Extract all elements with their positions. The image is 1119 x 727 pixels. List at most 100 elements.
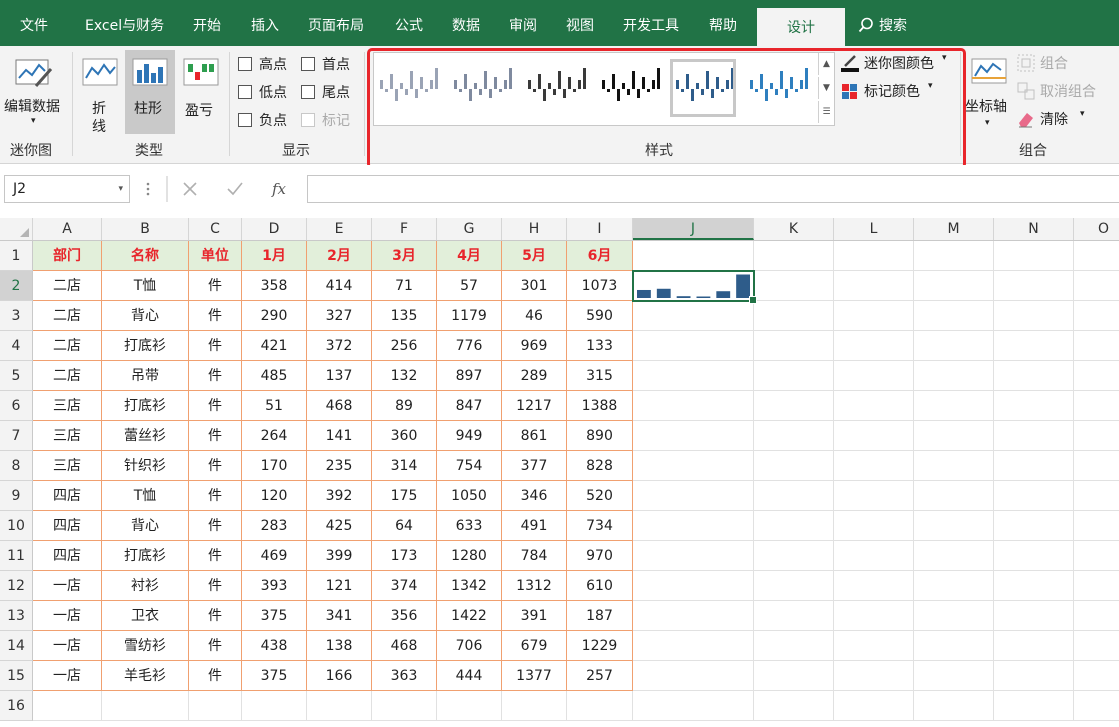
cell-j12[interactable]	[633, 571, 754, 601]
cell-j11[interactable]	[633, 541, 754, 571]
column-header-k[interactable]: K	[754, 218, 834, 240]
cell-o5[interactable]	[1074, 361, 1119, 391]
cell-o4[interactable]	[1074, 331, 1119, 361]
cell-n13[interactable]	[994, 601, 1074, 631]
cell-k1[interactable]	[754, 241, 834, 271]
cell-f1[interactable]: 3月	[372, 241, 437, 271]
cell-o12[interactable]	[1074, 571, 1119, 601]
cell-e9[interactable]: 392	[307, 481, 372, 511]
cell-j6[interactable]	[633, 391, 754, 421]
winloss-type-button[interactable]: 盈亏	[178, 52, 224, 132]
cell-o11[interactable]	[1074, 541, 1119, 571]
cell-g2[interactable]: 57	[437, 271, 502, 301]
cell-d15[interactable]: 375	[242, 661, 307, 691]
style-swatch-4[interactable]	[602, 68, 660, 101]
cell-i4[interactable]: 133	[567, 331, 633, 361]
cell-n11[interactable]	[994, 541, 1074, 571]
column-header-e[interactable]: E	[307, 218, 372, 240]
cell-f15[interactable]: 363	[372, 661, 437, 691]
cell-k8[interactable]	[754, 451, 834, 481]
row-header-5[interactable]: 5	[0, 361, 33, 391]
cell-i16[interactable]	[567, 691, 633, 721]
cell-c3[interactable]: 件	[189, 301, 242, 331]
menu-help[interactable]: 帮助	[709, 0, 737, 46]
cell-m14[interactable]	[914, 631, 994, 661]
cell-n1[interactable]	[994, 241, 1074, 271]
cell-j13[interactable]	[633, 601, 754, 631]
cell-n9[interactable]	[994, 481, 1074, 511]
cell-m11[interactable]	[914, 541, 994, 571]
cell-e5[interactable]: 137	[307, 361, 372, 391]
cell-g14[interactable]: 706	[437, 631, 502, 661]
cell-c14[interactable]: 件	[189, 631, 242, 661]
cell-l14[interactable]	[834, 631, 914, 661]
cell-c11[interactable]: 件	[189, 541, 242, 571]
cell-c12[interactable]: 件	[189, 571, 242, 601]
cell-g9[interactable]: 1050	[437, 481, 502, 511]
cell-k10[interactable]	[754, 511, 834, 541]
cell-e3[interactable]: 327	[307, 301, 372, 331]
cell-h12[interactable]: 1312	[502, 571, 567, 601]
marker-color-button[interactable]: 标记颜色 ▾	[840, 80, 940, 102]
high-point-checkbox[interactable]	[238, 57, 252, 71]
cell-i7[interactable]: 890	[567, 421, 633, 451]
cell-o15[interactable]	[1074, 661, 1119, 691]
cell-o6[interactable]	[1074, 391, 1119, 421]
cell-h4[interactable]: 969	[502, 331, 567, 361]
cell-a2[interactable]: 二店	[33, 271, 102, 301]
row-header-14[interactable]: 14	[0, 631, 33, 661]
cell-a3[interactable]: 二店	[33, 301, 102, 331]
cell-d5[interactable]: 485	[242, 361, 307, 391]
cell-c4[interactable]: 件	[189, 331, 242, 361]
cell-e8[interactable]: 235	[307, 451, 372, 481]
cell-j16[interactable]	[633, 691, 754, 721]
select-all-corner[interactable]	[0, 218, 33, 240]
insert-function-icon[interactable]: fx	[271, 180, 287, 198]
cell-m6[interactable]	[914, 391, 994, 421]
line-type-button[interactable]: 折 线	[78, 52, 122, 135]
cell-b12[interactable]: 衬衫	[102, 571, 189, 601]
cell-d12[interactable]: 393	[242, 571, 307, 601]
cell-d16[interactable]	[242, 691, 307, 721]
gallery-more[interactable]: ☰	[818, 101, 834, 123]
column-header-g[interactable]: G	[437, 218, 502, 240]
search-button[interactable]: 搜索	[858, 0, 907, 46]
cell-l4[interactable]	[834, 331, 914, 361]
cell-k13[interactable]	[754, 601, 834, 631]
cell-n7[interactable]	[994, 421, 1074, 451]
cell-e11[interactable]: 399	[307, 541, 372, 571]
cell-a14[interactable]: 一店	[33, 631, 102, 661]
cell-c5[interactable]: 件	[189, 361, 242, 391]
menu-home[interactable]: 开始	[193, 0, 221, 46]
row-header-15[interactable]: 15	[0, 661, 33, 691]
cell-g12[interactable]: 1342	[437, 571, 502, 601]
cell-e16[interactable]	[307, 691, 372, 721]
menu-formulas[interactable]: 公式	[395, 0, 423, 46]
cell-k15[interactable]	[754, 661, 834, 691]
cell-g15[interactable]: 444	[437, 661, 502, 691]
cell-i3[interactable]: 590	[567, 301, 633, 331]
cell-c16[interactable]	[189, 691, 242, 721]
column-header-f[interactable]: F	[372, 218, 437, 240]
cell-e14[interactable]: 138	[307, 631, 372, 661]
column-type-button[interactable]: 柱形	[125, 50, 175, 134]
row-header-7[interactable]: 7	[0, 421, 33, 451]
cancel-icon[interactable]	[183, 182, 197, 196]
cell-c10[interactable]: 件	[189, 511, 242, 541]
cell-h7[interactable]: 861	[502, 421, 567, 451]
cell-c9[interactable]: 件	[189, 481, 242, 511]
cell-n4[interactable]	[994, 331, 1074, 361]
cell-a9[interactable]: 四店	[33, 481, 102, 511]
cell-e10[interactable]: 425	[307, 511, 372, 541]
row-header-12[interactable]: 12	[0, 571, 33, 601]
cell-o13[interactable]	[1074, 601, 1119, 631]
column-header-d[interactable]: D	[242, 218, 307, 240]
cell-l11[interactable]	[834, 541, 914, 571]
cell-i1[interactable]: 6月	[567, 241, 633, 271]
cell-a4[interactable]: 二店	[33, 331, 102, 361]
cell-m16[interactable]	[914, 691, 994, 721]
cell-a5[interactable]: 二店	[33, 361, 102, 391]
enter-icon[interactable]	[227, 182, 243, 196]
cell-b13[interactable]: 卫衣	[102, 601, 189, 631]
cell-i11[interactable]: 970	[567, 541, 633, 571]
